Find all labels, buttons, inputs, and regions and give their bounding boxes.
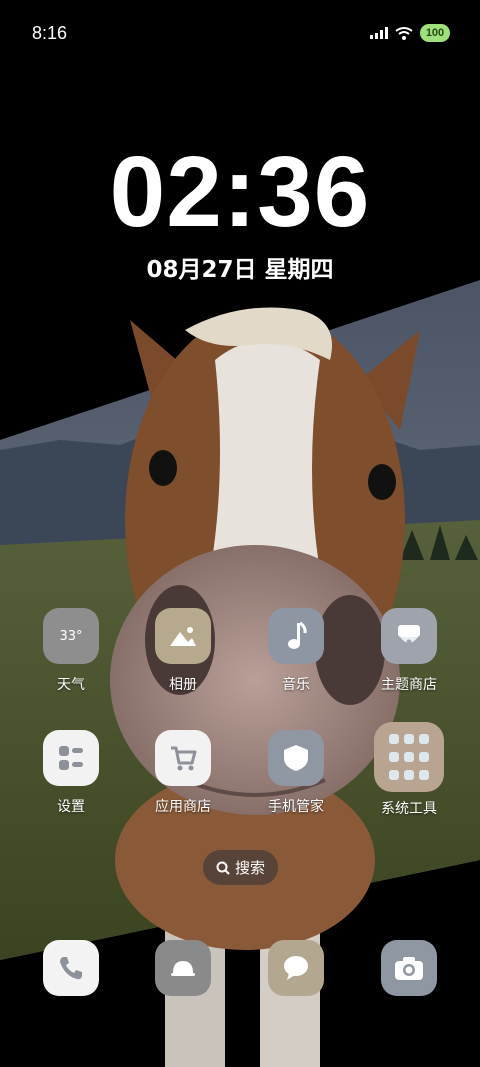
search-label: 搜索 [234,859,265,877]
app-label: 主题商店 [381,677,437,693]
weather-icon: 33° [43,608,99,664]
folder-cell [404,751,414,762]
app-label: 设置 [57,799,85,815]
folder-cell [419,733,429,744]
folder-cell [404,733,414,744]
folder-cell [389,733,399,744]
lock-clock: 02:36 [109,136,371,248]
folder-grid-icon [374,722,444,792]
search-button[interactable]: 搜索 [203,850,278,885]
app-label: 相册 [169,677,197,693]
app-label: 应用商店 [155,799,211,815]
settings-icon [43,730,99,786]
battery-indicator: 100 [420,24,450,42]
dock-app-2[interactable] [155,940,211,996]
app-phone-manager[interactable]: 手机管家 [241,730,351,816]
folder-cell [419,770,429,781]
weather-temp: 33° [59,628,83,644]
app-label: 音乐 [282,677,310,693]
wifi-icon [395,27,413,40]
status-icons: 100 [370,24,450,42]
search-icon [216,861,230,875]
app-music[interactable]: 音乐 [241,608,351,694]
cart-icon [155,730,211,786]
lock-date: 08月27日 星期四 [146,257,334,283]
app-system-tools[interactable]: 系统工具 [354,722,464,818]
music-note-icon [268,608,324,664]
dock-camera[interactable] [381,940,437,996]
dock-messages[interactable] [268,940,324,996]
folder-cell [404,770,414,781]
app-weather[interactable]: 33° 天气 [16,608,126,694]
theme-icon [381,608,437,664]
app-label: 系统工具 [381,801,437,817]
bell-icon [171,961,195,976]
camera-icon [395,957,423,980]
folder-cell [389,770,399,781]
message-bubble-icon [284,956,308,980]
app-settings[interactable]: 设置 [16,730,126,816]
mountain-icon [155,608,211,664]
folder-cell [389,751,399,762]
phone-icon [60,957,82,980]
app-label: 手机管家 [268,799,324,815]
shield-icon [268,730,324,786]
dock-phone[interactable] [43,940,99,996]
status-bar: 8:16 100 [0,0,480,66]
folder-cell [419,751,429,762]
app-gallery[interactable]: 相册 [128,608,238,694]
app-label: 天气 [57,677,85,693]
signal-icon [370,27,388,39]
app-app-store[interactable]: 应用商店 [128,730,238,816]
app-theme-store[interactable]: 主题商店 [354,608,464,694]
status-time: 8:16 [32,22,68,43]
